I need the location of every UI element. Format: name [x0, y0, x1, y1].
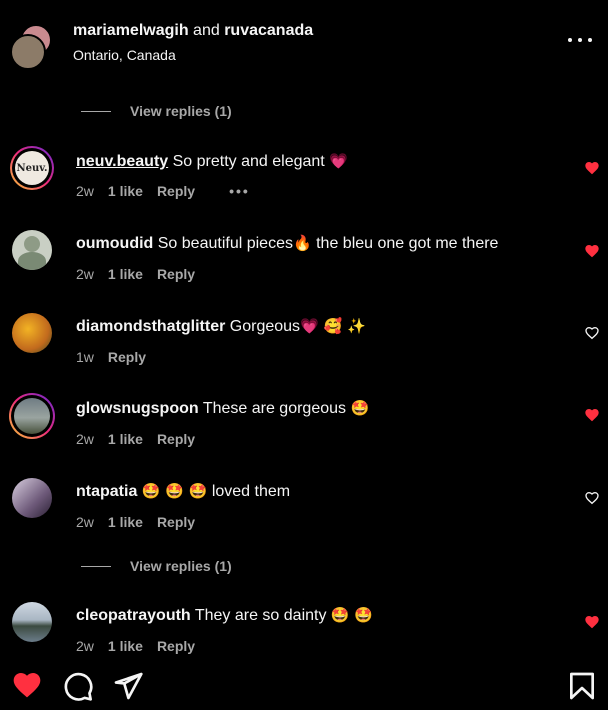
- avatar-logo-text: Neuv.: [16, 162, 48, 174]
- comment-text: ntapatia 🤩 🤩 🤩 loved them: [76, 482, 290, 501]
- comment-item: oumoudid So beautiful pieces🔥 the bleu o…: [0, 224, 608, 294]
- view-replies-label: View replies (1): [130, 103, 232, 119]
- avatar[interactable]: Neuv.: [10, 146, 54, 190]
- star-struck-emoji: 🤩 🤩 🤩: [141, 482, 208, 500]
- comment-text: oumoudid So beautiful pieces🔥 the bleu o…: [76, 234, 498, 253]
- comment-item: Neuv. neuv.beauty So pretty and elegant …: [0, 141, 608, 211]
- like-heart-icon[interactable]: [11, 669, 43, 701]
- comment-meta: 2w 1 like Reply: [76, 266, 195, 282]
- comment-body-cont: the bleu one got me there: [311, 235, 499, 252]
- comment-body: They are so dainty: [190, 607, 331, 624]
- collab-avatars[interactable]: [10, 24, 54, 70]
- view-replies-button[interactable]: View replies (1): [81, 556, 232, 576]
- comment-time: 1w: [76, 349, 94, 365]
- comment-body: So pretty and elegant: [168, 153, 330, 170]
- comment-likes[interactable]: 1 like: [108, 266, 143, 282]
- post-authors: mariamelwagih and ruvacanada: [73, 22, 313, 40]
- reply-button[interactable]: Reply: [157, 514, 195, 530]
- comment-time: 2w: [76, 266, 94, 282]
- avatar[interactable]: [12, 230, 52, 270]
- avatar[interactable]: [9, 393, 55, 439]
- comment-time: 2w: [76, 431, 94, 447]
- comment-meta: 2w 1 like Reply •••: [76, 183, 250, 199]
- comment-username[interactable]: glowsnugspoon: [76, 400, 199, 417]
- divider: [81, 565, 111, 567]
- comment-likes[interactable]: 1 like: [108, 431, 143, 447]
- post-header: mariamelwagih and ruvacanada Ontario, Ca…: [0, 0, 608, 90]
- save-bookmark-icon[interactable]: [566, 670, 598, 702]
- like-heart-icon[interactable]: [584, 243, 600, 259]
- comment-item: glowsnugspoon These are gorgeous 🤩 2w 1 …: [0, 389, 608, 459]
- comment-text: glowsnugspoon These are gorgeous 🤩: [76, 399, 369, 418]
- comment-text: neuv.beauty So pretty and elegant 💗: [76, 152, 348, 171]
- reply-button[interactable]: Reply: [157, 431, 195, 447]
- comment-username[interactable]: cleopatrayouth: [76, 607, 191, 624]
- like-heart-icon[interactable]: [584, 160, 600, 176]
- star-struck-emoji: 🤩: [350, 399, 370, 417]
- view-replies-button[interactable]: View replies (1): [81, 101, 232, 121]
- more-options-icon[interactable]: [568, 32, 592, 48]
- star-struck-emoji: 🤩 🤩: [330, 606, 374, 624]
- comment-body: These are gorgeous: [198, 400, 351, 417]
- post-location[interactable]: Ontario, Canada: [73, 47, 176, 63]
- comment-username[interactable]: diamondsthatglitter: [76, 318, 225, 335]
- fire-emoji: 🔥: [292, 234, 312, 252]
- comment-meta: 1w Reply: [76, 349, 146, 365]
- comment-options-icon[interactable]: •••: [229, 183, 250, 199]
- comment-icon[interactable]: [62, 670, 94, 702]
- reply-button[interactable]: Reply: [157, 266, 195, 282]
- avatar[interactable]: [12, 478, 52, 518]
- comment-time: 2w: [76, 638, 94, 654]
- authors-joiner: and: [188, 22, 225, 39]
- reply-button[interactable]: Reply: [108, 349, 146, 365]
- comment-item: ntapatia 🤩 🤩 🤩 loved them 2w 1 like Repl…: [0, 472, 608, 542]
- post-action-bar: [0, 655, 608, 710]
- comment-meta: 2w 1 like Reply: [76, 431, 195, 447]
- emoji-group: 💗 🥰 ✨: [300, 317, 366, 335]
- divider: [81, 110, 111, 112]
- comment-body: So beautiful pieces: [153, 235, 293, 252]
- like-heart-outline-icon[interactable]: [584, 490, 600, 506]
- avatar[interactable]: [12, 602, 52, 642]
- like-heart-icon[interactable]: [584, 407, 600, 423]
- view-replies-label: View replies (1): [130, 558, 232, 574]
- comment-username[interactable]: oumoudid: [76, 235, 153, 252]
- heart-emoji: 💗: [329, 152, 348, 170]
- comment-likes[interactable]: 1 like: [108, 514, 143, 530]
- comment-time: 2w: [76, 514, 94, 530]
- comment-username[interactable]: neuv.beauty: [76, 153, 168, 170]
- comment-time: 2w: [76, 183, 94, 199]
- comment-meta: 2w 1 like Reply: [76, 638, 195, 654]
- reply-button[interactable]: Reply: [157, 638, 195, 654]
- comment-text: cleopatrayouth They are so dainty 🤩 🤩: [76, 606, 373, 625]
- comment-body-cont: loved them: [207, 483, 291, 500]
- like-heart-outline-icon[interactable]: [584, 325, 600, 341]
- avatar: [10, 34, 46, 70]
- comment-text: diamondsthatglitter Gorgeous💗 🥰 ✨: [76, 317, 366, 336]
- author-username[interactable]: mariamelwagih: [73, 22, 189, 39]
- avatar[interactable]: [12, 313, 52, 353]
- comment-likes[interactable]: 1 like: [108, 183, 143, 199]
- comment-item: diamondsthatglitter Gorgeous💗 🥰 ✨ 1w Rep…: [0, 307, 608, 377]
- author-username[interactable]: ruvacanada: [224, 22, 313, 39]
- share-send-icon[interactable]: [112, 670, 144, 702]
- like-heart-icon[interactable]: [584, 614, 600, 630]
- comment-username[interactable]: ntapatia: [76, 483, 137, 500]
- comment-meta: 2w 1 like Reply: [76, 514, 195, 530]
- comment-body: Gorgeous: [225, 318, 301, 335]
- comment-likes[interactable]: 1 like: [108, 638, 143, 654]
- reply-button[interactable]: Reply: [157, 183, 195, 199]
